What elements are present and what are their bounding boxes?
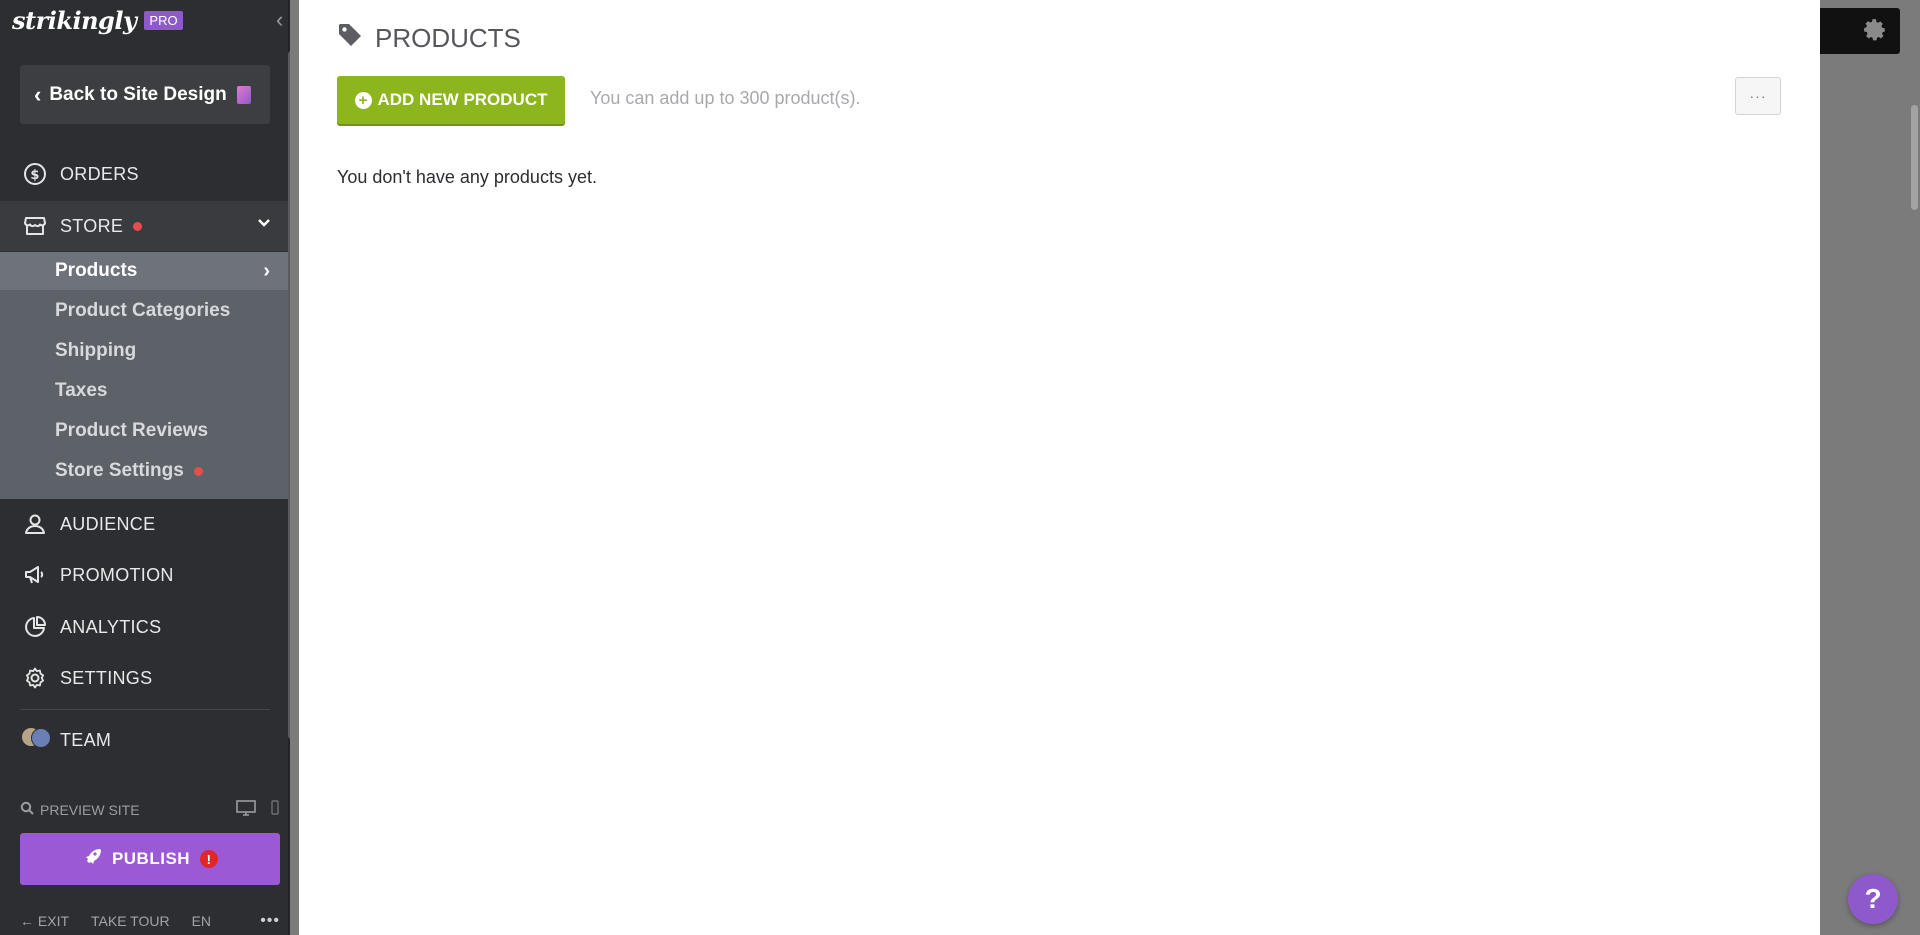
- nav-orders[interactable]: $ ORDERS: [0, 149, 290, 199]
- store-notification-dot: [133, 221, 143, 231]
- nav-analytics-label: ANALYTICS: [60, 616, 162, 637]
- dollar-circle-icon: $: [22, 161, 48, 187]
- pro-badge: PRO: [144, 11, 183, 30]
- store-submenu: Products › Product Categories Shipping T…: [0, 252, 290, 499]
- nav-promotion[interactable]: PROMOTION: [0, 550, 290, 600]
- sidebar-item-label: Shipping: [55, 340, 137, 361]
- nav-promotion-label: PROMOTION: [60, 564, 174, 585]
- chevron-right-icon: ›: [263, 259, 270, 282]
- sidebar-item-shipping[interactable]: Shipping: [0, 332, 290, 370]
- mobile-preview-icon[interactable]: [270, 800, 280, 819]
- site-editor-backdrop: [1820, 0, 1920, 935]
- more-actions-button[interactable]: ···: [1735, 77, 1781, 115]
- chevron-down-icon: [256, 215, 272, 236]
- collapse-sidebar-icon[interactable]: ‹: [276, 9, 283, 31]
- dashboard-sidebar: strikingly PRO ‹ ‹ Back to Site Design $…: [0, 0, 290, 935]
- desktop-preview-icon[interactable]: [236, 800, 256, 819]
- sidebar-item-label: Product Reviews: [55, 420, 209, 441]
- megaphone-icon: [22, 562, 48, 588]
- help-button[interactable]: ?: [1848, 874, 1898, 924]
- svg-text:$: $: [30, 168, 39, 183]
- sidebar-item-label: Product Categories: [55, 300, 231, 321]
- sidebar-item-product-categories[interactable]: Product Categories: [0, 292, 290, 330]
- back-to-site-design-label: Back to Site Design: [49, 83, 227, 105]
- page-title: PRODUCTS: [337, 22, 521, 55]
- chevron-left-icon: ‹: [34, 81, 42, 107]
- publish-button[interactable]: PUBLISH !: [20, 833, 280, 885]
- take-tour-link[interactable]: TAKE TOUR: [91, 913, 170, 929]
- sidebar-item-label: Store Settings: [55, 460, 184, 481]
- arrow-left-icon: ←: [20, 913, 34, 929]
- language-selector[interactable]: EN: [192, 913, 211, 929]
- empty-products-message: You don't have any products yet.: [337, 167, 597, 187]
- sidebar-item-label: Products: [55, 260, 138, 281]
- exit-label: EXIT: [37, 913, 70, 929]
- more-options-icon[interactable]: •••: [260, 912, 280, 930]
- sidebar-item-product-reviews[interactable]: Product Reviews: [0, 412, 290, 450]
- store-icon: [22, 213, 48, 239]
- publish-label: PUBLISH: [111, 849, 191, 868]
- page-scrollbar[interactable]: [1911, 105, 1918, 210]
- nav-orders-label: ORDERS: [60, 163, 139, 184]
- products-panel: PRODUCTS + ADD NEW PRODUCT You can add u…: [299, 0, 1820, 935]
- strikingly-logo[interactable]: strikingly: [12, 6, 137, 35]
- preview-site-row: PREVIEW SITE: [20, 800, 280, 819]
- nav-audience-label: AUDIENCE: [60, 513, 156, 534]
- store-settings-notification-dot: [193, 466, 203, 476]
- rocket-icon: [82, 847, 102, 872]
- search-icon: [20, 801, 34, 818]
- sidebar-item-store-settings[interactable]: Store Settings: [0, 452, 290, 490]
- back-to-site-design-button[interactable]: ‹ Back to Site Design: [20, 65, 270, 124]
- sidebar-item-taxes[interactable]: Taxes: [0, 372, 290, 410]
- brand: strikingly PRO: [12, 6, 183, 35]
- product-limit-note: You can add up to 300 product(s).: [590, 88, 861, 108]
- sidebar-footer: ← EXIT TAKE TOUR EN •••: [20, 912, 280, 930]
- user-icon: [22, 511, 48, 537]
- preview-site-link[interactable]: PREVIEW SITE: [40, 802, 140, 818]
- sidebar-item-label: Taxes: [55, 380, 108, 401]
- publish-alert-badge: !: [200, 850, 219, 868]
- plus-circle-icon: +: [354, 91, 372, 109]
- nav-team[interactable]: TEAM: [0, 715, 290, 765]
- gear-icon: [22, 665, 48, 691]
- team-avatars-icon: [22, 727, 51, 753]
- nav-settings-label: SETTINGS: [60, 667, 153, 688]
- add-new-product-button[interactable]: + ADD NEW PRODUCT: [337, 76, 565, 124]
- sidebar-divider: [20, 709, 270, 710]
- sidebar-item-products[interactable]: Products ›: [0, 252, 290, 290]
- tag-icon: [337, 22, 363, 55]
- sidebar-scrollbar[interactable]: [288, 50, 290, 740]
- nav-settings[interactable]: SETTINGS: [0, 653, 290, 703]
- nav-team-label: TEAM: [60, 729, 112, 750]
- page-title-text: PRODUCTS: [375, 23, 521, 53]
- gear-icon[interactable]: [1862, 17, 1888, 43]
- nav-audience[interactable]: AUDIENCE: [0, 499, 290, 549]
- exit-link[interactable]: ← EXIT: [20, 913, 69, 929]
- pie-chart-icon: [22, 614, 48, 640]
- nav-analytics[interactable]: ANALYTICS: [0, 602, 290, 652]
- nav-store[interactable]: STORE: [0, 201, 290, 251]
- nav-store-label: STORE: [60, 215, 124, 236]
- add-new-product-label: ADD NEW PRODUCT: [377, 90, 548, 109]
- site-page-icon: [236, 85, 251, 104]
